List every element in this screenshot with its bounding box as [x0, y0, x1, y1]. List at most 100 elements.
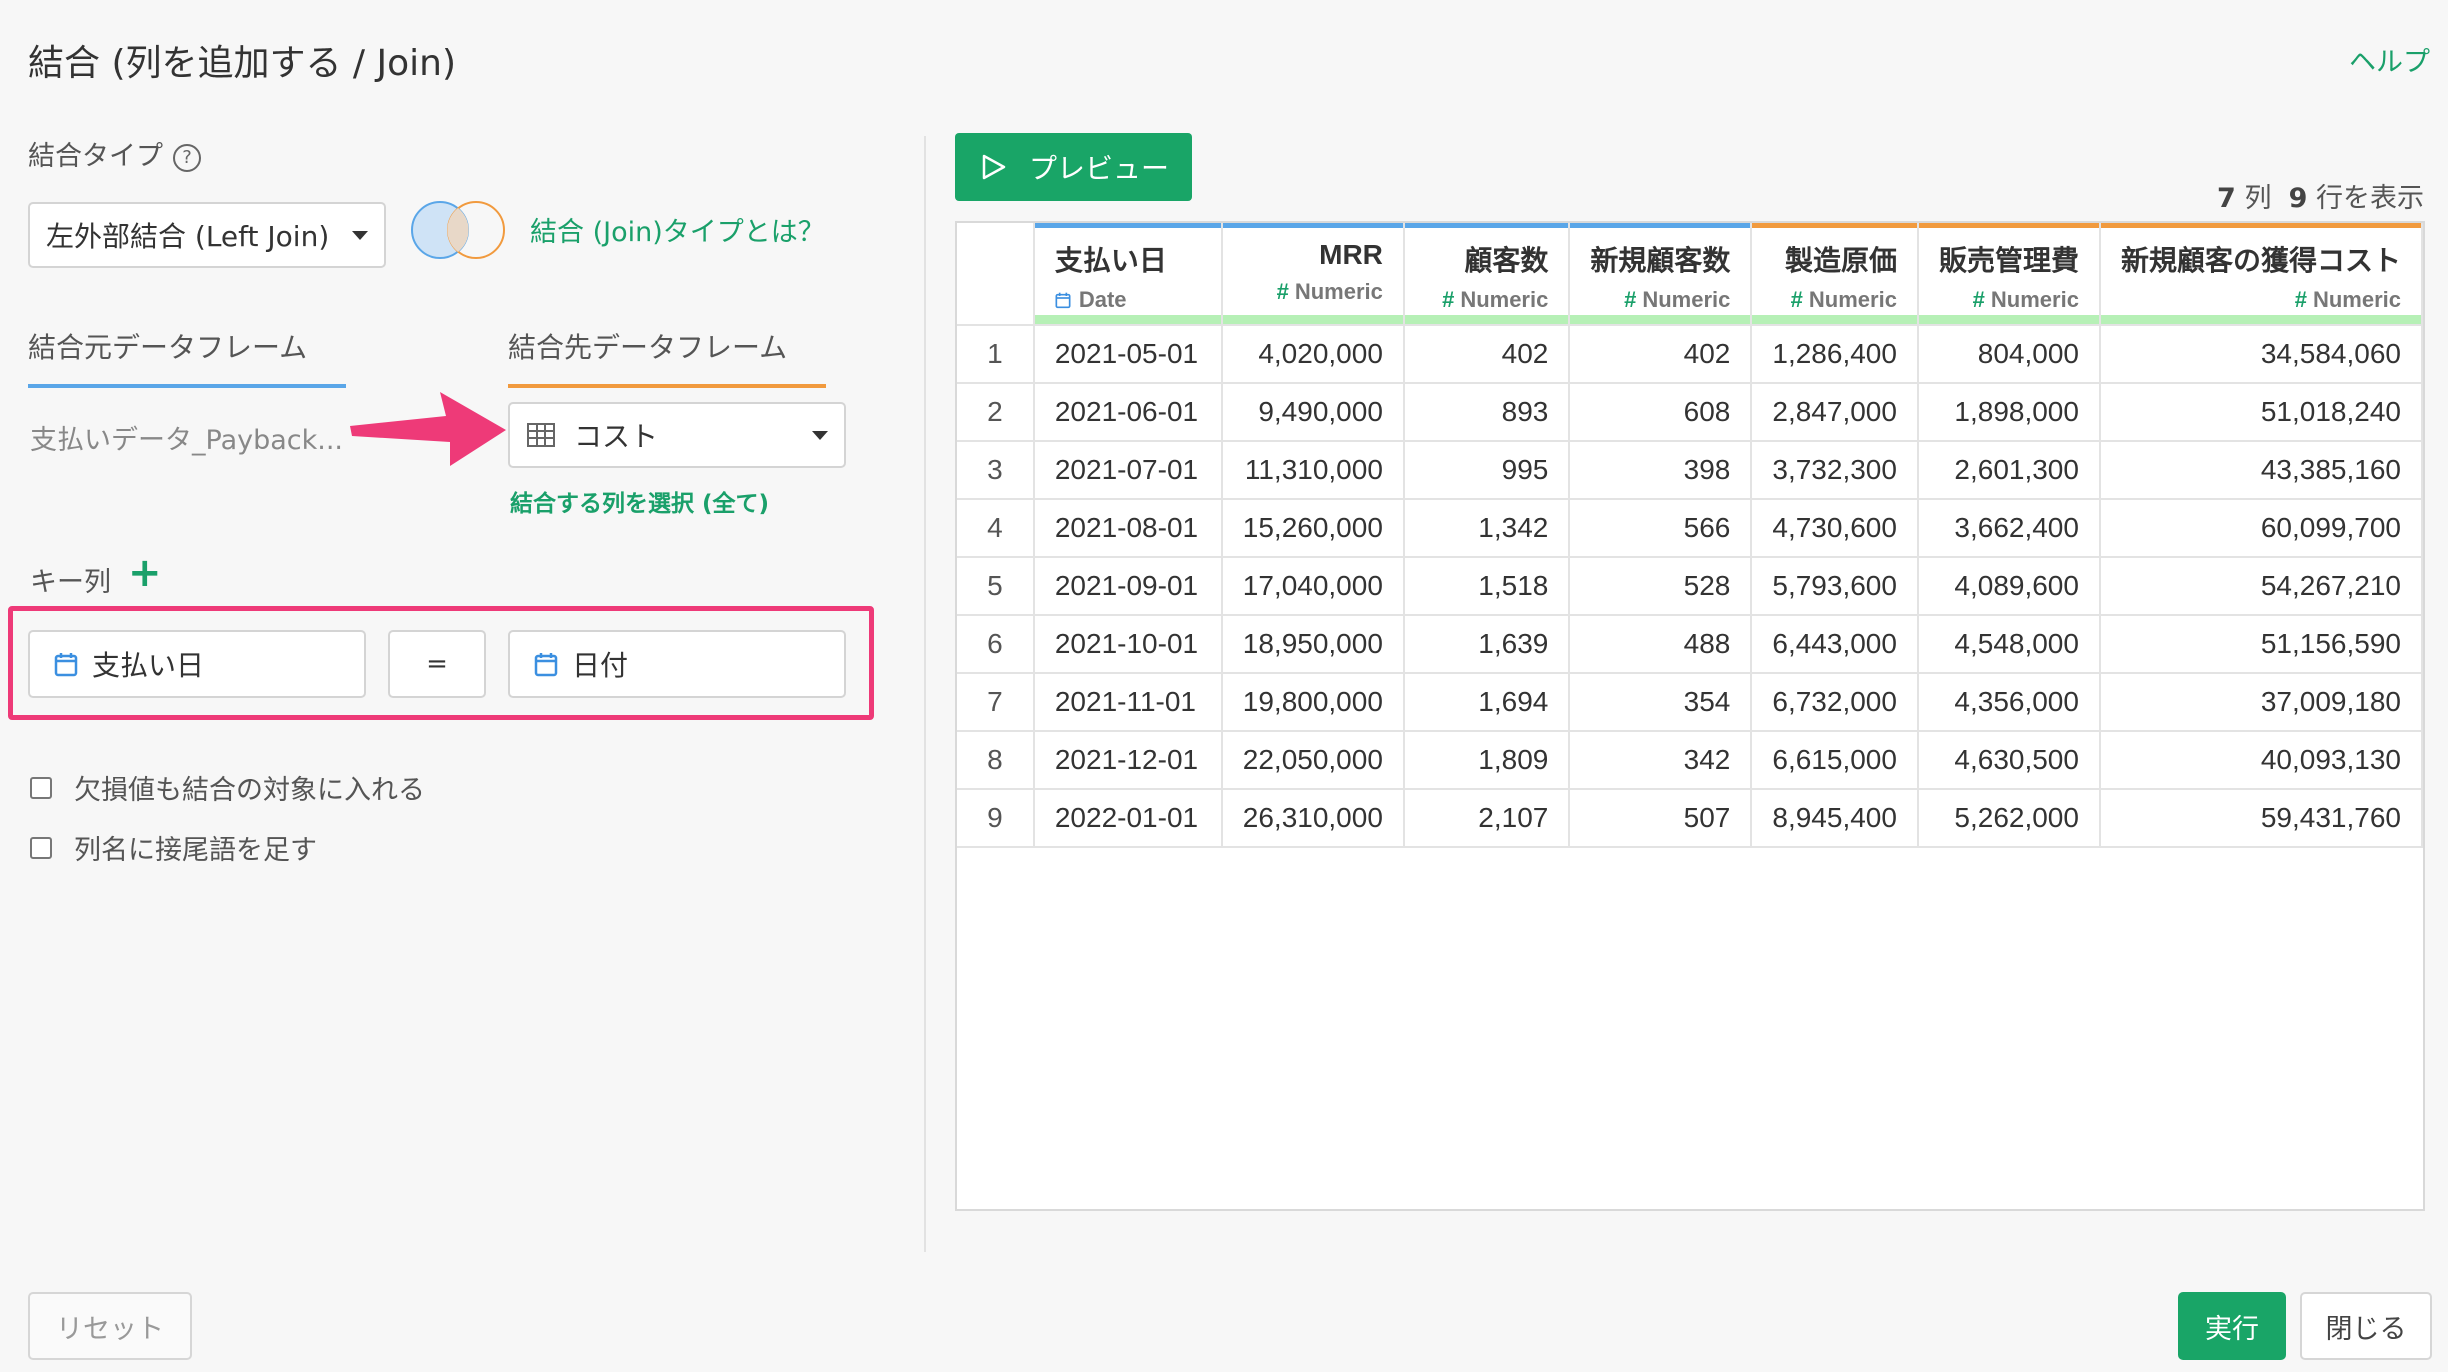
join-type-section: 結合タイプ? [28, 134, 201, 173]
column-source-color-bar [1222, 223, 1403, 228]
table-cell: 5,793,600 [1751, 557, 1919, 616]
column-quality-bar [1570, 315, 1751, 324]
table-cell: 60,099,700 [2099, 499, 2424, 558]
column-quality-bar [1404, 315, 1569, 324]
column-type: # Numeric [1243, 279, 1383, 305]
table-icon [527, 423, 555, 447]
table-cell: 6,732,000 [1751, 673, 1919, 732]
table-cell: 34,584,060 [2099, 325, 2424, 384]
table-cell: 11,310,000 [1221, 441, 1405, 500]
table-row: 4 2021-08-01 15,260,000 1,342 566 4,730,600 3,… [957, 499, 2424, 558]
table-cell: 2,601,300 [1917, 441, 2101, 500]
numeric-hash-icon: # [1276, 279, 1289, 304]
column-type: # Numeric [1425, 287, 1548, 313]
column-header[interactable]: 製造原価 # Numeric [1751, 223, 1919, 326]
table-row: 7 2021-11-01 19,800,000 1,694 354 6,732,000 4,… [957, 673, 2424, 732]
table-cell: 6,443,000 [1751, 615, 1919, 674]
table-cell: 4,089,600 [1917, 557, 2101, 616]
table-cell: 18,950,000 [1221, 615, 1405, 674]
join-type-value: 左外部結合 (Left Join) [46, 220, 330, 253]
table-cell: 54,267,210 [2099, 557, 2424, 616]
source-dataframe-label: 結合元データフレーム [28, 326, 346, 388]
column-header[interactable]: 販売管理費 # Numeric [1917, 223, 2101, 326]
run-button[interactable]: 実行 [2178, 1292, 2286, 1360]
calendar-icon [1055, 292, 1071, 309]
column-quality-bar [1222, 315, 1403, 324]
table-cell: 566 [1569, 499, 1753, 558]
row-index: 8 [957, 731, 1035, 790]
table-row: 6 2021-10-01 18,950,000 1,639 488 6,443,000 4,… [957, 615, 2424, 674]
table-cell: 398 [1569, 441, 1753, 500]
table-cell: 4,730,600 [1751, 499, 1919, 558]
row-index: 9 [957, 789, 1035, 848]
column-quality-bar [2100, 315, 2421, 324]
numeric-hash-icon: # [1442, 287, 1455, 312]
table-cell: 59,431,760 [2099, 789, 2424, 848]
play-icon [982, 154, 1006, 180]
column-type-label: Numeric [1642, 287, 1731, 312]
column-quality-bar [1752, 315, 1917, 324]
table-cell: 2,107 [1403, 789, 1571, 848]
column-header[interactable]: 新規顧客の獲得コスト # Numeric [2099, 223, 2424, 326]
question-icon[interactable]: ? [173, 144, 201, 172]
left-key-select[interactable]: 支払い日 [28, 630, 366, 698]
key-operator[interactable]: = [388, 630, 486, 698]
table-cell: 4,548,000 [1917, 615, 2101, 674]
table-cell: 1,518 [1403, 557, 1571, 616]
table-cell: 2021-08-01 [1033, 499, 1223, 558]
column-header[interactable]: 支払い日 Date [1033, 223, 1223, 326]
table-row: 2 2021-06-01 9,490,000 893 608 2,847,000 1,898… [957, 383, 2424, 442]
add-key-icon[interactable]: + [128, 550, 162, 596]
column-header[interactable]: 新規顧客数 # Numeric [1569, 223, 1753, 326]
calendar-icon [534, 653, 558, 677]
column-type: # Numeric [1772, 287, 1897, 313]
include-missing-checkbox[interactable] [30, 776, 52, 799]
join-type-help-link[interactable]: 結合 (Join)タイプとは？ [530, 210, 825, 249]
column-unit: 列 [2244, 183, 2272, 214]
table-cell: 17,040,000 [1221, 557, 1405, 616]
join-type-label: 結合タイプ [28, 141, 163, 172]
column-count: 7 [2217, 183, 2236, 214]
right-key-select[interactable]: 日付 [508, 630, 846, 698]
column-quality-bar [1918, 315, 2099, 324]
column-name: 顧客数 [1464, 245, 1549, 276]
reset-button[interactable]: リセット [28, 1292, 192, 1360]
table-cell: 5,262,000 [1917, 789, 2101, 848]
table-cell: 2021-10-01 [1033, 615, 1223, 674]
join-type-select[interactable]: 左外部結合 (Left Join) [28, 202, 386, 268]
close-button[interactable]: 閉じる [2300, 1292, 2432, 1360]
column-type-label: Numeric [1990, 287, 2079, 312]
table-cell: 2021-11-01 [1033, 673, 1223, 732]
source-dataframe-name: 支払いデータ_Payback... [30, 425, 344, 456]
table-cell: 2022-01-01 [1033, 789, 1223, 848]
select-columns-link[interactable]: 結合する列を選択 (全て) [510, 484, 769, 518]
preview-button-label: プレビュー [1029, 152, 1170, 185]
add-suffix-checkbox[interactable] [30, 836, 52, 859]
table-cell: 402 [1403, 325, 1571, 384]
table-cell: 2021-12-01 [1033, 731, 1223, 790]
table-cell: 2021-09-01 [1033, 557, 1223, 616]
column-type: # Numeric [2121, 287, 2401, 313]
table-cell: 15,260,000 [1221, 499, 1405, 558]
table-row: 8 2021-12-01 22,050,000 1,809 342 6,615,000 4,… [957, 731, 2424, 790]
table-cell: 2021-07-01 [1033, 441, 1223, 500]
add-suffix-option[interactable]: 列名に接尾語を足す [30, 828, 317, 867]
table-cell: 1,286,400 [1751, 325, 1919, 384]
table-cell: 3,732,300 [1751, 441, 1919, 500]
preview-button[interactable]: プレビュー [955, 133, 1192, 201]
target-dataframe-select[interactable]: コスト [508, 402, 846, 468]
left-key-value: 支払い日 [92, 649, 205, 682]
column-header[interactable]: 顧客数 # Numeric [1403, 223, 1571, 326]
column-header[interactable]: MRR # Numeric [1221, 223, 1405, 326]
panel-divider [924, 136, 926, 1252]
right-key-value: 日付 [572, 649, 629, 682]
row-unit: 行を表示 [2316, 183, 2424, 214]
help-link[interactable]: ヘルプ [2349, 40, 2430, 79]
table-cell: 9,490,000 [1221, 383, 1405, 442]
column-source-color-bar [1752, 223, 1917, 228]
include-missing-option[interactable]: 欠損値も結合の対象に入れる [30, 768, 425, 807]
numeric-hash-icon: # [1624, 287, 1637, 312]
table-cell: 4,630,500 [1917, 731, 2101, 790]
add-suffix-label: 列名に接尾語を足す [74, 835, 317, 866]
column-type: # Numeric [1590, 287, 1730, 313]
